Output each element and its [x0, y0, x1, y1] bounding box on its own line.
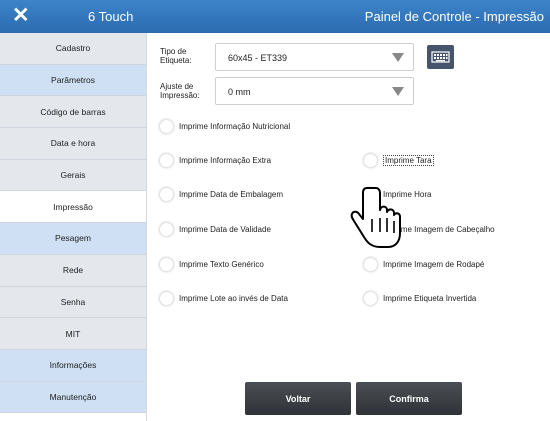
option-tara[interactable]: Imprime Tara — [364, 154, 434, 167]
option-etiqueta-invertida[interactable]: Imprime Etiqueta Invertida — [364, 292, 476, 305]
option-informacao-extra[interactable]: Imprime Informação Extra — [160, 154, 271, 167]
sidebar-item-cadastro[interactable]: Cadastro — [0, 33, 146, 65]
sidebar-item-informacoes[interactable]: Informações — [0, 349, 146, 382]
keyboard-icon — [431, 51, 450, 63]
tipo-etiqueta-value: 60x45 - ET339 — [228, 53, 288, 63]
back-button[interactable]: Voltar — [245, 382, 351, 415]
option-lote-ao-inves-de-data[interactable]: Imprime Lote ao invés de Data — [160, 292, 288, 305]
option-data-de-embalagem[interactable]: Imprime Data de Embalagem — [160, 188, 283, 201]
ajuste-impressao-value: 0 mm — [228, 87, 251, 97]
option-data-de-validade[interactable]: Imprime Data de Validade — [160, 223, 271, 236]
option-imagem-de-rodape[interactable]: Imprime Imagem de Rodapé — [364, 258, 484, 271]
ajuste-impressao-select[interactable]: 0 mm — [215, 77, 414, 105]
radio-button[interactable] — [160, 292, 173, 305]
option-label: Imprime Lote ao invés de Data — [179, 294, 288, 303]
radio-button[interactable] — [160, 258, 173, 271]
option-label: Imprime Informação Extra — [179, 156, 272, 165]
tipo-etiqueta-select[interactable]: 60x45 - ET339 — [215, 43, 414, 71]
sidebar: Cadastro Parâmetros Código de barras Dat… — [0, 33, 147, 421]
option-informacao-nutricional[interactable]: Imprime Informação Nutricional — [160, 120, 290, 133]
radio-button[interactable] — [160, 154, 173, 167]
sidebar-item-pesagem[interactable]: Pesagem — [0, 223, 146, 255]
window-title: Painel de Controle - Impressão — [364, 9, 544, 24]
app-name: 6 Touch — [88, 9, 134, 24]
radio-button[interactable] — [160, 188, 173, 201]
sidebar-item-senha[interactable]: Senha — [0, 286, 146, 319]
radio-button[interactable] — [364, 292, 377, 305]
option-label: Imprime Data de Validade — [179, 225, 271, 234]
sidebar-item-manutencao[interactable]: Manutenção — [0, 381, 146, 414]
ajuste-impressao-label: Ajuste de Impressão: — [160, 82, 200, 100]
chevron-down-icon — [392, 53, 404, 62]
radio-button[interactable] — [364, 154, 377, 167]
option-label: Imprime Imagem de Rodapé — [383, 260, 485, 269]
sidebar-item-impressao[interactable]: Impressão — [0, 191, 146, 224]
tipo-etiqueta-label: Tipo de Etiqueta: — [160, 47, 192, 65]
radio-button[interactable] — [364, 258, 377, 271]
title-bar: ✕ 6 Touch Painel de Controle - Impressão — [0, 0, 550, 33]
keyboard-button[interactable] — [427, 45, 454, 69]
hand-pointer-icon — [350, 187, 401, 248]
radio-button[interactable] — [160, 223, 173, 236]
option-label: Imprime Informação Nutricional — [179, 122, 291, 131]
sidebar-item-rede[interactable]: Rede — [0, 254, 146, 287]
sidebar-item-codigo-de-barras[interactable]: Código de barras — [0, 96, 146, 129]
option-label: Imprime Data de Embalagem — [179, 190, 284, 199]
chevron-down-icon — [392, 87, 404, 96]
option-label: Imprime Texto Genérico — [179, 260, 264, 269]
radio-button[interactable] — [160, 120, 173, 133]
sidebar-item-data-e-hora[interactable]: Data e hora — [0, 128, 146, 160]
confirm-button[interactable]: Confirma — [356, 382, 462, 415]
sidebar-item-mit[interactable]: MIT — [0, 318, 146, 350]
sidebar-item-gerais[interactable]: Gerais — [0, 159, 146, 192]
sidebar-item-parametros[interactable]: Parâmetros — [0, 64, 146, 97]
option-label: Imprime Etiqueta Invertida — [383, 294, 477, 303]
option-texto-generico[interactable]: Imprime Texto Genérico — [160, 258, 264, 271]
option-label: Imprime Tara — [383, 155, 434, 166]
close-icon[interactable]: ✕ — [12, 4, 30, 28]
